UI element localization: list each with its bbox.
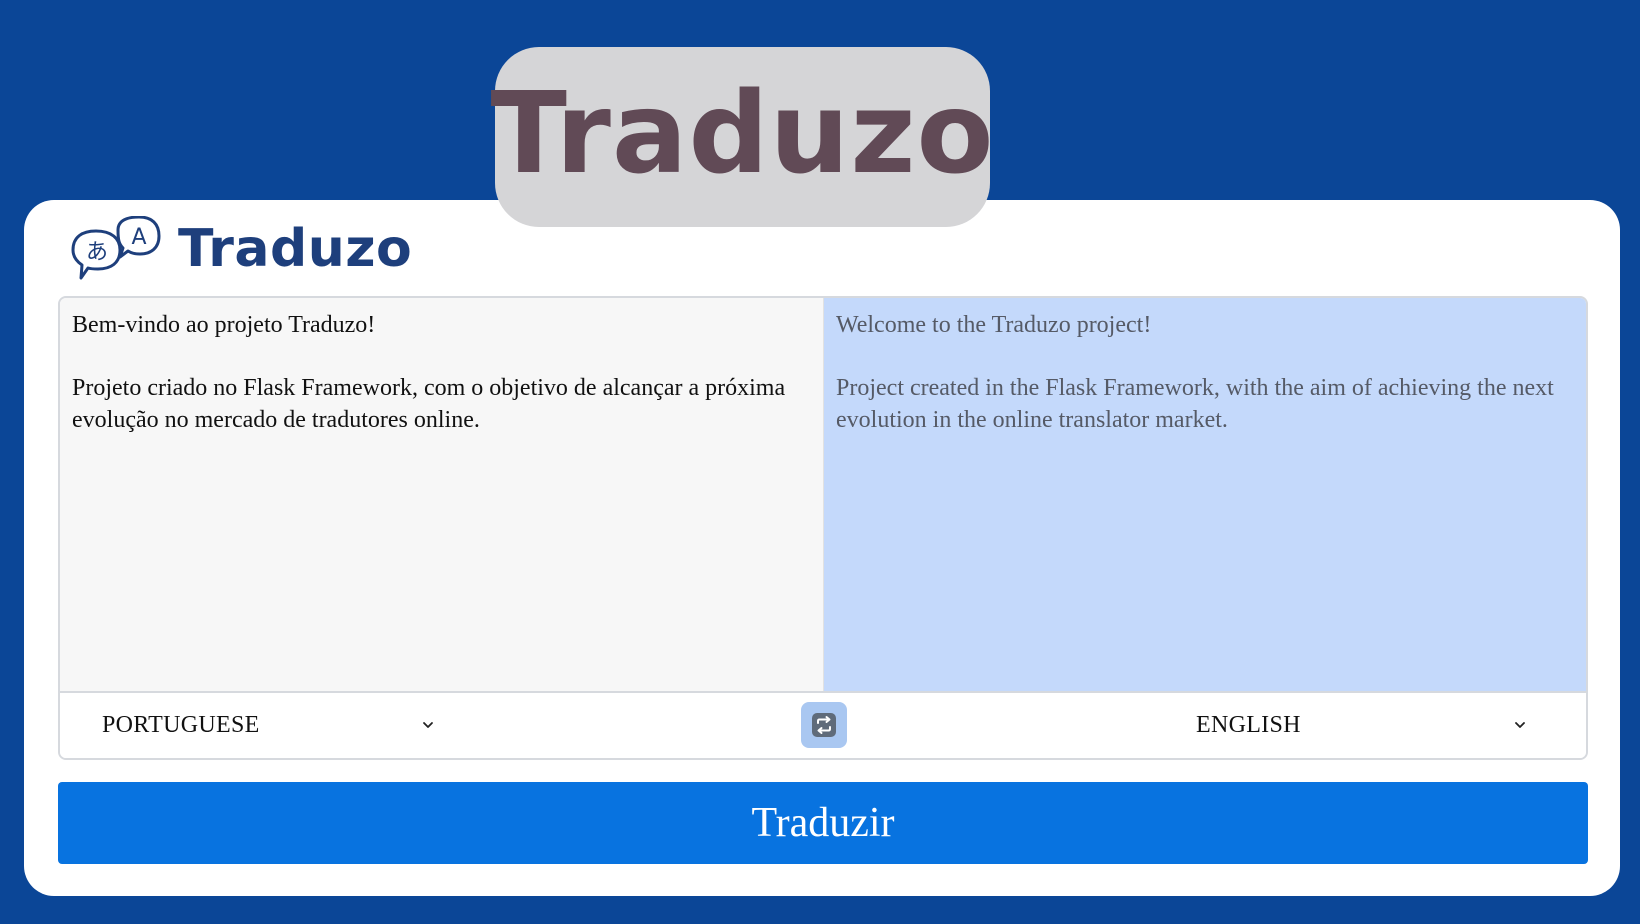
language-controls: PORTUGUESE ENGLISH xyxy=(60,691,1586,758)
banner-title: Traduzo xyxy=(490,69,995,199)
source-language-label: PORTUGUESE xyxy=(102,712,260,738)
title-banner: Traduzo xyxy=(491,47,993,227)
swap-languages-button[interactable] xyxy=(801,702,847,748)
translator-card: A あ Traduzo Bem-vindo ao projeto Traduzo… xyxy=(24,200,1620,896)
translate-speech-bubbles-icon: A あ xyxy=(71,216,161,280)
translation-panel: Bem-vindo ao projeto Traduzo! Projeto cr… xyxy=(58,296,1588,760)
brand-name: Traduzo xyxy=(178,219,413,279)
source-language-select[interactable]: PORTUGUESE xyxy=(102,693,434,758)
logo-glyph-a: A xyxy=(131,225,146,250)
chevron-down-icon xyxy=(423,722,433,728)
translated-text-panel: Welcome to the Traduzo project! Project … xyxy=(824,298,1586,691)
target-language-select[interactable]: ENGLISH xyxy=(1196,693,1526,758)
swap-arrows-icon xyxy=(812,713,836,737)
source-text-panel: Bem-vindo ao projeto Traduzo! Projeto cr… xyxy=(60,298,824,691)
target-language-label: ENGLISH xyxy=(1196,712,1301,738)
chevron-down-icon xyxy=(1515,722,1525,728)
source-text-input[interactable]: Bem-vindo ao projeto Traduzo! Projeto cr… xyxy=(60,298,823,691)
brand-header: A あ Traduzo xyxy=(70,216,412,282)
logo-glyph-hiragana: あ xyxy=(86,240,108,265)
translate-button[interactable]: Traduzir xyxy=(58,782,1588,864)
translated-text-output[interactable]: Welcome to the Traduzo project! Project … xyxy=(824,298,1586,691)
